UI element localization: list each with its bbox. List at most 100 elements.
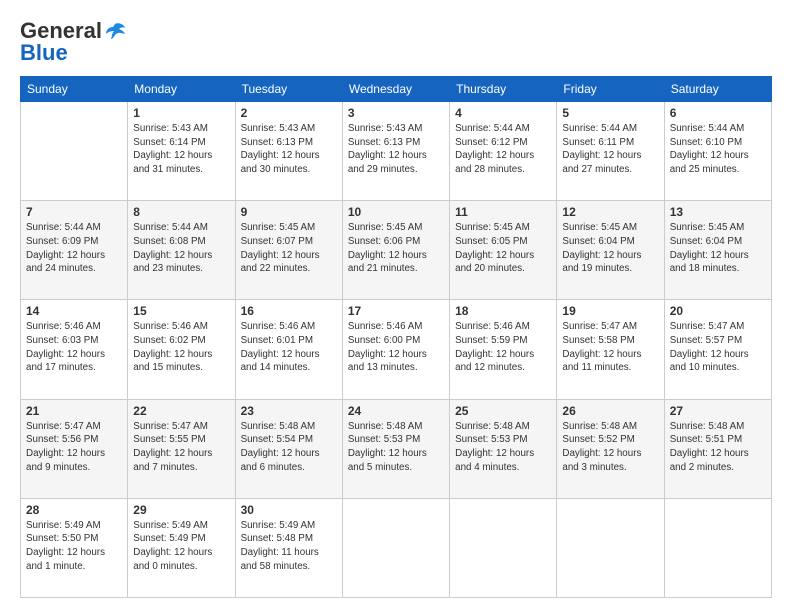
calendar-cell: [557, 498, 664, 597]
day-number: 2: [241, 106, 337, 120]
calendar-cell: 26Sunrise: 5:48 AM Sunset: 5:52 PM Dayli…: [557, 399, 664, 498]
day-info: Sunrise: 5:45 AM Sunset: 6:05 PM Dayligh…: [455, 221, 551, 276]
day-info: Sunrise: 5:48 AM Sunset: 5:53 PM Dayligh…: [455, 420, 551, 475]
calendar-table: SundayMondayTuesdayWednesdayThursdayFrid…: [20, 76, 772, 598]
day-info: Sunrise: 5:46 AM Sunset: 6:02 PM Dayligh…: [133, 320, 229, 375]
weekday-header-tuesday: Tuesday: [235, 77, 342, 102]
day-number: 12: [562, 205, 658, 219]
weekday-header-monday: Monday: [128, 77, 235, 102]
calendar-cell: 10Sunrise: 5:45 AM Sunset: 6:06 PM Dayli…: [342, 201, 449, 300]
day-number: 25: [455, 404, 551, 418]
day-info: Sunrise: 5:48 AM Sunset: 5:53 PM Dayligh…: [348, 420, 444, 475]
calendar-cell: 25 Sunrise: 5:48 AM Sunset: 5:53 PM Dayli…: [450, 399, 557, 498]
day-info: Sunrise: 5:44 AM Sunset: 6:10 PM Dayligh…: [670, 122, 766, 177]
calendar-cell: 14Sunrise: 5:46 AM Sunset: 6:03 PM Dayli…: [21, 300, 128, 399]
calendar-cell: 15 Sunrise: 5:46 AM Sunset: 6:02 PM Dayli…: [128, 300, 235, 399]
day-info: Sunrise: 5:49 AM Sunset: 5:50 PM Dayligh…: [26, 519, 122, 574]
header: General Blue: [20, 18, 772, 66]
calendar-cell: 9 Sunrise: 5:45 AM Sunset: 6:07 PM Daylig…: [235, 201, 342, 300]
weekday-header-sunday: Sunday: [21, 77, 128, 102]
calendar-cell: 8 Sunrise: 5:44 AM Sunset: 6:08 PM Daylig…: [128, 201, 235, 300]
day-number: 7: [26, 205, 122, 219]
day-number: 9: [241, 205, 337, 219]
calendar-cell: 11Sunrise: 5:45 AM Sunset: 6:05 PM Dayli…: [450, 201, 557, 300]
weekday-header-friday: Friday: [557, 77, 664, 102]
calendar-week-row: 14Sunrise: 5:46 AM Sunset: 6:03 PM Dayli…: [21, 300, 772, 399]
day-number: 26: [562, 404, 658, 418]
day-info: Sunrise: 5:49 AM Sunset: 5:48 PM Dayligh…: [241, 519, 337, 574]
calendar-cell: 3 Sunrise: 5:43 AM Sunset: 6:13 PM Daylig…: [342, 102, 449, 201]
day-info: Sunrise: 5:43 AM Sunset: 6:13 PM Dayligh…: [241, 122, 337, 177]
day-number: 28: [26, 503, 122, 517]
calendar-cell: 6 Sunrise: 5:44 AM Sunset: 6:10 PM Daylig…: [664, 102, 771, 201]
day-number: 22: [133, 404, 229, 418]
calendar-week-row: 1Sunrise: 5:43 AM Sunset: 6:14 PM Daylig…: [21, 102, 772, 201]
day-info: Sunrise: 5:46 AM Sunset: 6:01 PM Dayligh…: [241, 320, 337, 375]
day-info: Sunrise: 5:44 AM Sunset: 6:11 PM Dayligh…: [562, 122, 658, 177]
day-info: Sunrise: 5:47 AM Sunset: 5:57 PM Dayligh…: [670, 320, 766, 375]
day-number: 18: [455, 304, 551, 318]
calendar-cell: 13Sunrise: 5:45 AM Sunset: 6:04 PM Dayli…: [664, 201, 771, 300]
day-number: 27: [670, 404, 766, 418]
day-number: 6: [670, 106, 766, 120]
day-number: 10: [348, 205, 444, 219]
calendar-cell: 5 Sunrise: 5:44 AM Sunset: 6:11 PM Daylig…: [557, 102, 664, 201]
calendar-cell: 16 Sunrise: 5:46 AM Sunset: 6:01 PM Dayli…: [235, 300, 342, 399]
calendar-week-row: 7 Sunrise: 5:44 AM Sunset: 6:09 PM Daylig…: [21, 201, 772, 300]
day-info: Sunrise: 5:47 AM Sunset: 5:56 PM Dayligh…: [26, 420, 122, 475]
day-info: Sunrise: 5:45 AM Sunset: 6:04 PM Dayligh…: [562, 221, 658, 276]
day-info: Sunrise: 5:43 AM Sunset: 6:13 PM Dayligh…: [348, 122, 444, 177]
calendar-cell: 28 Sunrise: 5:49 AM Sunset: 5:50 PM Dayli…: [21, 498, 128, 597]
day-info: Sunrise: 5:48 AM Sunset: 5:54 PM Dayligh…: [241, 420, 337, 475]
day-number: 19: [562, 304, 658, 318]
calendar-cell: 1Sunrise: 5:43 AM Sunset: 6:14 PM Daylig…: [128, 102, 235, 201]
day-number: 1: [133, 106, 229, 120]
day-info: Sunrise: 5:46 AM Sunset: 6:03 PM Dayligh…: [26, 320, 122, 375]
logo-bird-icon: [104, 22, 126, 40]
calendar-cell: 2 Sunrise: 5:43 AM Sunset: 6:13 PM Daylig…: [235, 102, 342, 201]
day-number: 8: [133, 205, 229, 219]
day-info: Sunrise: 5:45 AM Sunset: 6:07 PM Dayligh…: [241, 221, 337, 276]
calendar-cell: 4 Sunrise: 5:44 AM Sunset: 6:12 PM Daylig…: [450, 102, 557, 201]
calendar-week-row: 28 Sunrise: 5:49 AM Sunset: 5:50 PM Dayli…: [21, 498, 772, 597]
day-number: 4: [455, 106, 551, 120]
logo: General Blue: [20, 18, 126, 66]
day-number: 21: [26, 404, 122, 418]
logo-blue-text: Blue: [20, 40, 68, 66]
calendar-cell: 30 Sunrise: 5:49 AM Sunset: 5:48 PM Dayli…: [235, 498, 342, 597]
day-info: Sunrise: 5:44 AM Sunset: 6:12 PM Dayligh…: [455, 122, 551, 177]
day-info: Sunrise: 5:46 AM Sunset: 5:59 PM Dayligh…: [455, 320, 551, 375]
calendar-cell: 18 Sunrise: 5:46 AM Sunset: 5:59 PM Dayli…: [450, 300, 557, 399]
calendar-cell: 22 Sunrise: 5:47 AM Sunset: 5:55 PM Dayli…: [128, 399, 235, 498]
calendar-cell: 27 Sunrise: 5:48 AM Sunset: 5:51 PM Dayli…: [664, 399, 771, 498]
calendar-cell: 19 Sunrise: 5:47 AM Sunset: 5:58 PM Dayli…: [557, 300, 664, 399]
calendar-cell: 17Sunrise: 5:46 AM Sunset: 6:00 PM Dayli…: [342, 300, 449, 399]
page: General Blue SundayMondayTuesdayWednesda…: [0, 0, 792, 612]
day-number: 15: [133, 304, 229, 318]
calendar-cell: 21 Sunrise: 5:47 AM Sunset: 5:56 PM Dayli…: [21, 399, 128, 498]
day-number: 16: [241, 304, 337, 318]
day-number: 30: [241, 503, 337, 517]
day-info: Sunrise: 5:49 AM Sunset: 5:49 PM Dayligh…: [133, 519, 229, 574]
day-info: Sunrise: 5:44 AM Sunset: 6:08 PM Dayligh…: [133, 221, 229, 276]
calendar-cell: [21, 102, 128, 201]
calendar-cell: [450, 498, 557, 597]
day-info: Sunrise: 5:44 AM Sunset: 6:09 PM Dayligh…: [26, 221, 122, 276]
weekday-header-thursday: Thursday: [450, 77, 557, 102]
day-info: Sunrise: 5:47 AM Sunset: 5:58 PM Dayligh…: [562, 320, 658, 375]
calendar-cell: 23Sunrise: 5:48 AM Sunset: 5:54 PM Dayli…: [235, 399, 342, 498]
day-info: Sunrise: 5:47 AM Sunset: 5:55 PM Dayligh…: [133, 420, 229, 475]
day-number: 20: [670, 304, 766, 318]
day-number: 29: [133, 503, 229, 517]
day-number: 24: [348, 404, 444, 418]
day-number: 13: [670, 205, 766, 219]
day-number: 5: [562, 106, 658, 120]
calendar-cell: 29 Sunrise: 5:49 AM Sunset: 5:49 PM Dayli…: [128, 498, 235, 597]
day-number: 3: [348, 106, 444, 120]
weekday-header-row: SundayMondayTuesdayWednesdayThursdayFrid…: [21, 77, 772, 102]
calendar-cell: [342, 498, 449, 597]
calendar-week-row: 21 Sunrise: 5:47 AM Sunset: 5:56 PM Dayli…: [21, 399, 772, 498]
calendar-cell: 7 Sunrise: 5:44 AM Sunset: 6:09 PM Daylig…: [21, 201, 128, 300]
day-info: Sunrise: 5:48 AM Sunset: 5:51 PM Dayligh…: [670, 420, 766, 475]
calendar-cell: 12 Sunrise: 5:45 AM Sunset: 6:04 PM Dayli…: [557, 201, 664, 300]
